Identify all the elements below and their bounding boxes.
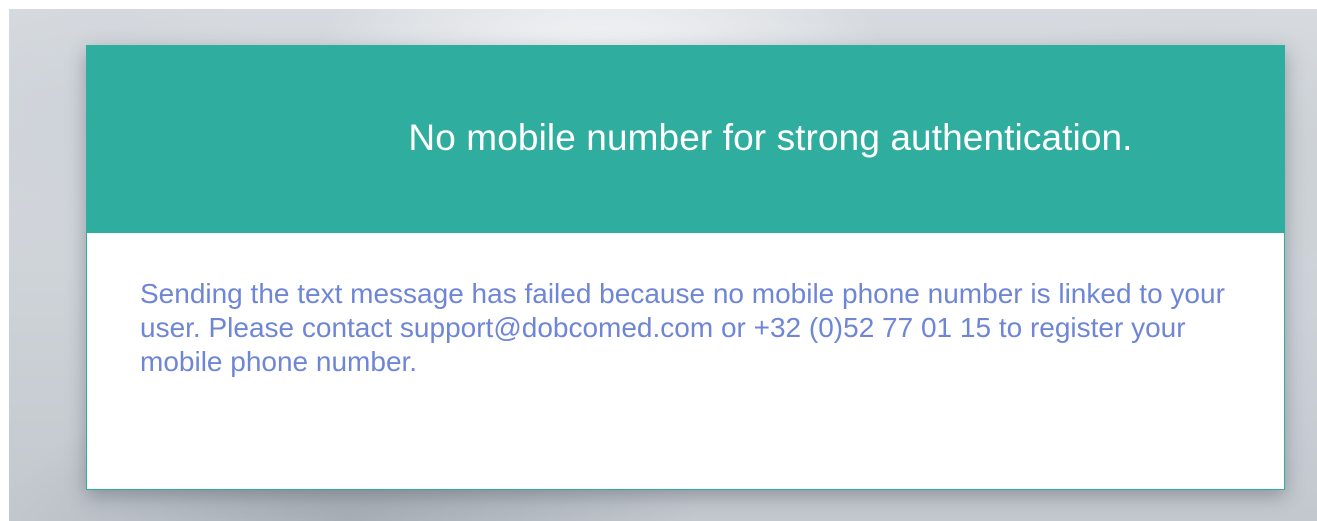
top-edge xyxy=(0,0,1317,9)
dialog-message: Sending the text message has failed beca… xyxy=(140,278,1225,377)
dialog-title: No mobile number for strong authenticati… xyxy=(408,116,1133,158)
left-edge xyxy=(0,0,9,521)
dialog-header: No mobile number for strong authenticati… xyxy=(87,46,1284,233)
error-dialog: No mobile number for strong authenticati… xyxy=(86,45,1285,490)
